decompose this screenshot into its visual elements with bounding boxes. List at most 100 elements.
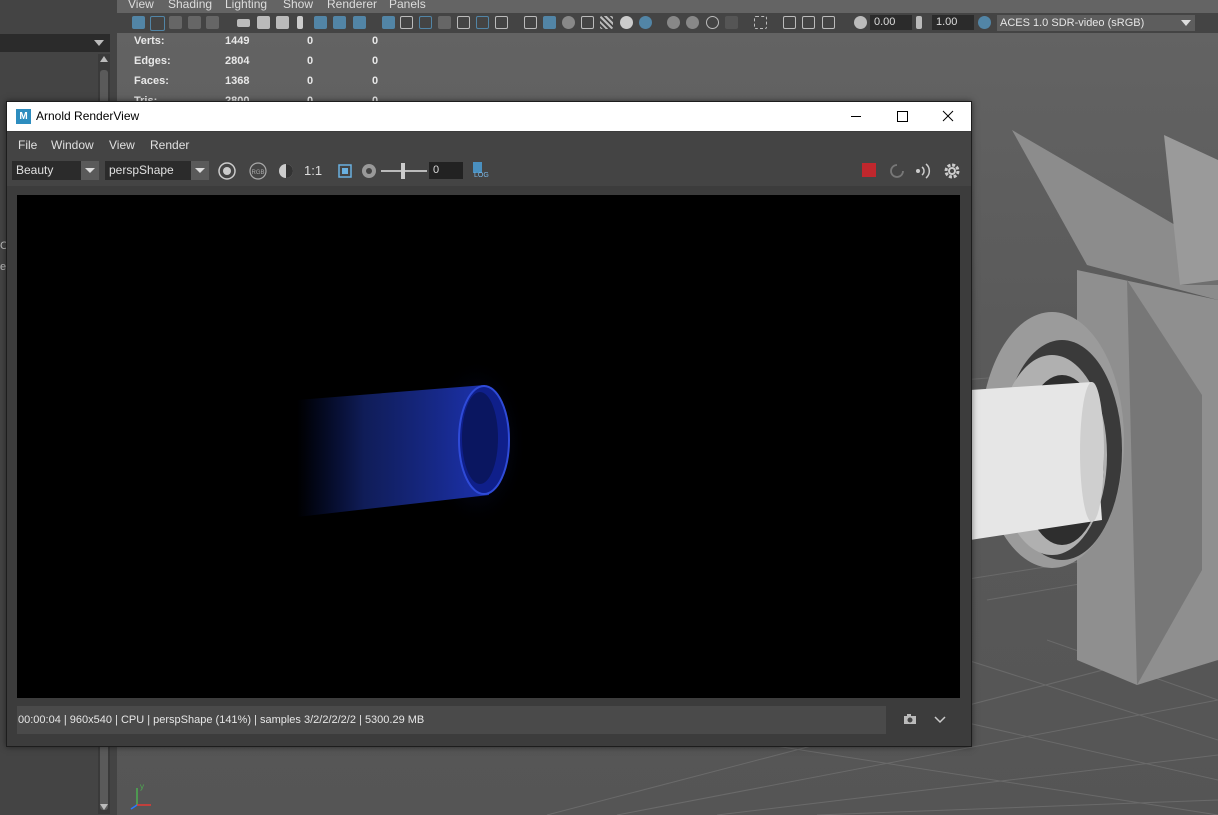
ambient-occlusion-icon[interactable]	[667, 16, 680, 29]
chevron-down-icon	[81, 161, 99, 180]
isolate-select-icon[interactable]	[754, 16, 767, 29]
safe-title-icon[interactable]	[495, 16, 508, 29]
gear-icon[interactable]	[942, 161, 962, 181]
2d-pan-icon[interactable]	[206, 16, 219, 29]
brush-icon[interactable]	[353, 16, 366, 29]
menu-shading[interactable]: Shading	[168, 0, 212, 11]
motion-blur-icon[interactable]	[686, 16, 699, 29]
grease-pencil-icon[interactable]	[314, 16, 327, 29]
hud-value: 0	[307, 35, 314, 47]
log-label: LOG	[474, 172, 489, 179]
window-titlebar[interactable]: M Arnold RenderView	[7, 102, 971, 131]
axis-y-label: y	[140, 782, 144, 791]
xray-components-icon[interactable]	[822, 16, 835, 29]
checker-icon[interactable]	[600, 16, 613, 29]
bookmark-flag-icon[interactable]	[297, 16, 303, 29]
select-camera-icon[interactable]	[132, 16, 145, 29]
exposure-field[interactable]: 0	[429, 162, 463, 179]
shadows-icon[interactable]	[639, 16, 652, 29]
gamma-field[interactable]: 1.00	[932, 15, 974, 30]
exposure-slider-handle[interactable]	[401, 163, 405, 179]
camera-bookmark-icon[interactable]	[276, 16, 289, 29]
color-management-icon[interactable]	[978, 16, 991, 29]
bookmark-icon[interactable]	[169, 16, 182, 29]
menu-show[interactable]: Show	[283, 0, 313, 11]
close-icon	[942, 110, 954, 122]
depth-of-field-icon[interactable]	[725, 16, 738, 29]
renderview-menubar: File Window View Render	[7, 132, 971, 156]
field-chart-icon[interactable]	[457, 16, 470, 29]
menu-render[interactable]: Render	[150, 138, 189, 152]
camera-value: perspShape	[109, 163, 174, 177]
camera-attr-icon[interactable]	[257, 16, 270, 29]
chevron-down-icon	[1181, 20, 1191, 26]
menu-panels[interactable]: Panels	[389, 0, 426, 11]
view-transform-select[interactable]: ACES 1.0 SDR-video (sRGB)	[997, 15, 1195, 31]
smooth-shade-icon[interactable]	[543, 16, 556, 29]
hud-value: 0	[372, 55, 379, 67]
chevron-down-icon	[191, 161, 209, 180]
exposure-icon[interactable]	[360, 162, 378, 180]
hud-value: 1449	[225, 35, 250, 47]
chevron-down-icon	[94, 40, 104, 46]
refresh-icon[interactable]	[887, 161, 907, 181]
viewport-menubar: View Shading Lighting Show Renderer Pane…	[117, 0, 1218, 12]
view-axis-icon: y	[130, 782, 151, 810]
aov-select[interactable]: Beauty	[12, 161, 99, 180]
maximize-button[interactable]	[879, 102, 925, 131]
snapshot-camera-icon[interactable]	[903, 713, 917, 725]
scroll-up-icon[interactable]	[100, 56, 108, 62]
window-title: Arnold RenderView	[36, 109, 140, 123]
log-button[interactable]: LOG	[473, 162, 491, 181]
anti-alias-icon[interactable]	[706, 16, 719, 29]
gate-mask-icon[interactable]	[438, 16, 451, 29]
xray-joints-icon[interactable]	[802, 16, 815, 29]
pan-zoom-icon[interactable]	[333, 16, 346, 29]
display-correction-icon[interactable]	[276, 161, 296, 181]
xray-icon[interactable]	[783, 16, 796, 29]
hud-value: 0	[307, 75, 314, 87]
aov-value: Beauty	[16, 163, 54, 177]
chevron-down-icon[interactable]	[933, 713, 947, 725]
render-image[interactable]	[17, 195, 960, 698]
ipr-icon[interactable]	[913, 161, 935, 181]
exposure-icon[interactable]	[854, 16, 867, 29]
grid-icon[interactable]	[382, 16, 395, 29]
ratio-button[interactable]: 1:1	[304, 163, 322, 178]
menu-window[interactable]: Window	[51, 138, 94, 152]
renderview-toolbar: Beauty perspShape RGB 1:1 0 LOG	[7, 156, 971, 186]
menu-renderer[interactable]: Renderer	[327, 0, 377, 11]
render-statusbar: 00:00:04 | 960x540 | CPU | perspShape (1…	[17, 706, 886, 734]
exposure-field[interactable]: 0.00	[870, 15, 912, 30]
camera-select[interactable]: perspShape	[105, 161, 209, 180]
arnold-renderview-window: M Arnold RenderView File Window View Ren…	[6, 101, 972, 747]
textured-icon[interactable]	[581, 16, 594, 29]
hud-label: Faces:	[134, 75, 169, 87]
menu-view[interactable]: View	[128, 0, 154, 11]
safe-action-icon[interactable]	[476, 16, 489, 29]
panel-dropdown[interactable]	[0, 34, 110, 52]
resolution-gate-icon[interactable]	[419, 16, 432, 29]
minimize-button[interactable]	[833, 102, 879, 131]
hud-value: 0	[372, 35, 379, 47]
scroll-down-icon[interactable]	[100, 804, 108, 810]
image-plane-icon[interactable]	[188, 16, 201, 29]
hud-value: 0	[307, 55, 314, 67]
hud-label: Verts:	[134, 35, 165, 47]
rgb-icon[interactable]: RGB	[248, 161, 268, 181]
menu-view[interactable]: View	[109, 138, 135, 152]
wireframe-icon[interactable]	[524, 16, 537, 29]
lighting-icon[interactable]	[620, 16, 633, 29]
lock-camera-icon[interactable]	[150, 16, 165, 31]
menu-lighting[interactable]: Lighting	[225, 0, 267, 11]
hud-value: 2804	[225, 55, 250, 67]
region-crop-icon[interactable]	[336, 162, 354, 180]
default-material-icon[interactable]	[562, 16, 575, 29]
menu-file[interactable]: File	[18, 138, 37, 152]
gamma-icon[interactable]	[916, 16, 922, 29]
stop-render-button[interactable]	[862, 163, 876, 177]
channel-icon[interactable]	[217, 161, 237, 181]
film-gate-icon[interactable]	[400, 16, 413, 29]
close-button[interactable]	[925, 102, 971, 131]
camera-icon[interactable]	[237, 19, 250, 27]
